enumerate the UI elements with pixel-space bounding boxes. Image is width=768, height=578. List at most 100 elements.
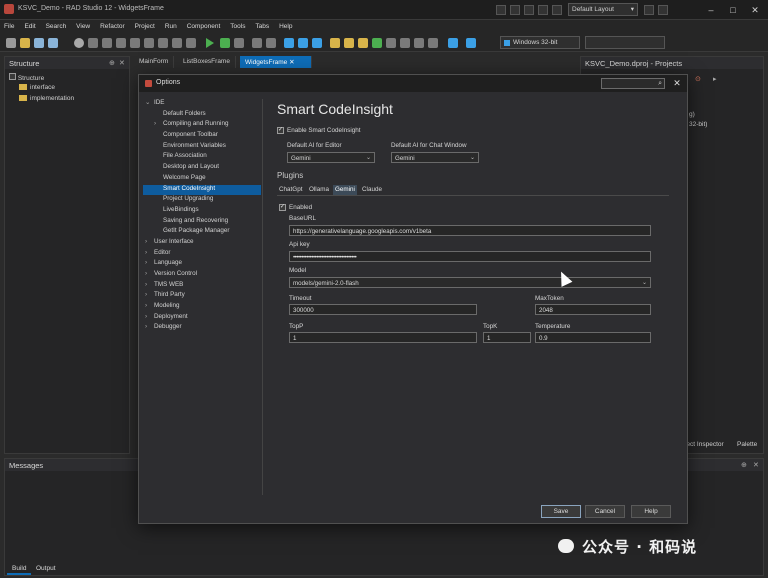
toolbar-icon[interactable]	[88, 38, 98, 48]
expand-chevron-icon[interactable]: ›	[145, 270, 154, 277]
expand-chevron-icon[interactable]: ›	[145, 238, 154, 245]
new-icon[interactable]	[6, 38, 16, 48]
toolbar-icon[interactable]	[524, 5, 534, 15]
close-tab-icon[interactable]: ✕	[289, 59, 294, 66]
expand-chevron-icon[interactable]: ›	[145, 281, 154, 288]
menu-tools[interactable]: Tools	[226, 20, 249, 33]
project-item-fragment[interactable]: 32-bit)	[689, 121, 707, 128]
expand-chevron-icon[interactable]: ⌄	[145, 99, 154, 106]
toolbar-icon[interactable]	[144, 38, 154, 48]
menu-refactor[interactable]: Refactor	[96, 20, 129, 33]
options-tree-node[interactable]: › Modeling	[143, 302, 261, 313]
step-over-icon[interactable]	[284, 38, 294, 48]
options-tree-node[interactable]: › Editor	[143, 249, 261, 260]
forward-icon[interactable]	[466, 38, 476, 48]
tab-output[interactable]: Output	[31, 563, 61, 575]
help-button[interactable]: Help	[631, 505, 671, 518]
target-platform-select[interactable]: Windows 32-bit	[500, 36, 580, 49]
toolbar-icon[interactable]	[344, 38, 354, 48]
options-tree-node[interactable]: › Deployment	[143, 313, 261, 324]
toolbar-icon[interactable]	[158, 38, 168, 48]
cancel-button[interactable]: Cancel	[585, 505, 625, 518]
options-tree-node[interactable]: › Debugger	[143, 323, 261, 334]
options-tree-node[interactable]: Saving and Recovering	[143, 217, 261, 228]
options-search-input[interactable]: ⌕	[601, 78, 665, 89]
editor-ai-select[interactable]: Gemini ⌄	[287, 152, 375, 163]
close-window-button[interactable]: ✕	[744, 3, 766, 17]
project-toolbar-icon[interactable]: ⊙	[695, 75, 701, 83]
options-tree-node[interactable]: Project Upgrading	[143, 195, 261, 206]
save-button[interactable]: Save	[541, 505, 581, 518]
toolbar-icon[interactable]	[386, 38, 396, 48]
tree-root[interactable]: Structure	[9, 73, 74, 84]
toolbar-icon[interactable]	[130, 38, 140, 48]
baseurl-input[interactable]: https://generativelanguage.googleapis.co…	[289, 225, 651, 236]
dialog-close-button[interactable]: ✕	[671, 78, 683, 89]
expand-chevron-icon[interactable]: ›	[145, 249, 154, 256]
options-tree-node[interactable]: Desktop and Layout	[143, 163, 261, 174]
options-tree-node[interactable]: LiveBindings	[143, 206, 261, 217]
layout-save-icon[interactable]	[644, 5, 654, 15]
globe-icon[interactable]	[74, 38, 84, 48]
run-without-debug-icon[interactable]	[220, 38, 230, 48]
back-icon[interactable]	[448, 38, 458, 48]
toolbar-icon[interactable]	[234, 38, 244, 48]
temperature-input[interactable]: 0.9	[535, 332, 651, 343]
topp-input[interactable]: 1	[289, 332, 477, 343]
close-icon[interactable]: ✕	[119, 59, 125, 67]
minimize-button[interactable]: –	[700, 3, 722, 17]
options-tree-node[interactable]: ⌄ IDE	[143, 99, 261, 110]
step-out-icon[interactable]	[312, 38, 322, 48]
expand-chevron-icon[interactable]: ›	[145, 302, 154, 309]
toolbar-icon[interactable]	[510, 5, 520, 15]
options-tree-node[interactable]: Component Toolbar	[143, 131, 261, 142]
menu-view[interactable]: View	[72, 20, 94, 33]
expand-chevron-icon[interactable]: ›	[145, 259, 154, 266]
save-icon[interactable]	[34, 38, 44, 48]
toolbar-icon[interactable]	[116, 38, 126, 48]
options-tree-node[interactable]: GetIt Package Manager	[143, 227, 261, 238]
enabled-checkbox[interactable]: ✓	[279, 204, 286, 211]
tree-item-interface[interactable]: interface	[9, 84, 74, 95]
open-icon[interactable]	[20, 38, 30, 48]
project-item-fragment[interactable]: g)	[689, 111, 695, 118]
tab-chatgpt[interactable]: ChatGpt	[277, 185, 304, 195]
tab-widgetsframe[interactable]: WidgetsFrame ✕	[240, 56, 312, 68]
pin-icon[interactable]: ⊕	[109, 59, 115, 67]
pause-icon[interactable]	[252, 38, 262, 48]
chat-ai-select[interactable]: Gemini ⌄	[391, 152, 479, 163]
pin-icon[interactable]: ⊕	[741, 461, 747, 469]
options-tree-node[interactable]: File Association	[143, 152, 261, 163]
expand-chevron-icon[interactable]: ›	[145, 323, 154, 330]
model-select[interactable]: models/gemini-2.0-flash ⌄	[289, 277, 651, 288]
timeout-input[interactable]: 300000	[289, 304, 477, 315]
toolbar-icon[interactable]	[102, 38, 112, 48]
toolbar-icon[interactable]	[414, 38, 424, 48]
topk-input[interactable]: 1	[483, 332, 531, 343]
tab-listboxesframe[interactable]: ListBoxesFrame	[178, 56, 236, 68]
close-icon[interactable]: ✕	[753, 461, 759, 469]
toolbar-icon[interactable]	[428, 38, 438, 48]
maxtoken-input[interactable]: 2048	[535, 304, 651, 315]
tab-ollama[interactable]: Ollama	[307, 185, 331, 195]
toolbar-icon[interactable]	[400, 38, 410, 48]
options-tree-node[interactable]: Smart CodeInsight	[143, 184, 261, 196]
toolbar-icon[interactable]	[538, 5, 548, 15]
toolbar-icon[interactable]	[172, 38, 182, 48]
menu-help[interactable]: Help	[275, 20, 296, 33]
toolbar-icon[interactable]	[186, 38, 196, 48]
menu-component[interactable]: Component	[183, 20, 225, 33]
apikey-input[interactable]: ••••••••••••••••••••••••••••••••••••••	[289, 251, 651, 262]
options-tree-node[interactable]: › TMS WEB	[143, 281, 261, 292]
options-tree-node[interactable]: Environment Variables	[143, 142, 261, 153]
menu-project[interactable]: Project	[131, 20, 159, 33]
enable-smart-codeinsight-checkbox[interactable]: ✓	[277, 127, 284, 134]
layout-settings-icon[interactable]	[658, 5, 668, 15]
toolbar-icon[interactable]	[372, 38, 382, 48]
options-tree-node[interactable]: Welcome Page	[143, 174, 261, 185]
tab-build[interactable]: Build	[7, 563, 32, 575]
run-icon[interactable]	[206, 38, 214, 48]
splitter[interactable]	[262, 99, 263, 495]
menu-search[interactable]: Search	[42, 20, 71, 33]
toolbar-icon[interactable]	[358, 38, 368, 48]
